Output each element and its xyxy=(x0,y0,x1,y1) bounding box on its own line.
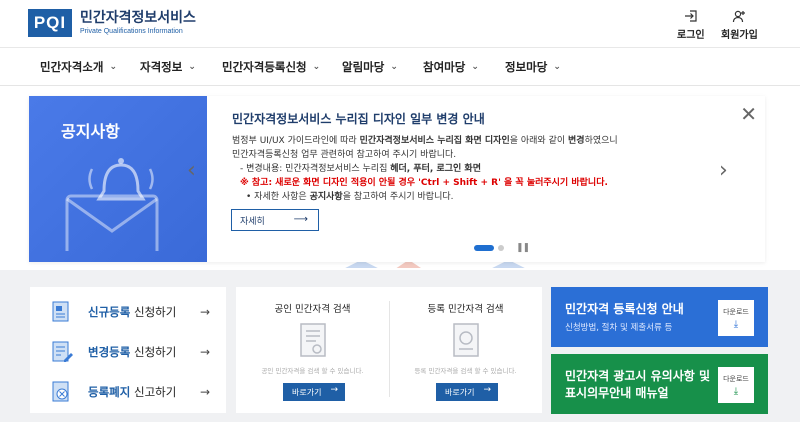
nav-label: 알림마당 xyxy=(342,60,385,74)
logo-mark: PQI xyxy=(28,9,72,37)
pause-icon[interactable]: ❚❚ xyxy=(516,243,530,253)
chevron-down-icon: ⌄ xyxy=(109,62,118,72)
banner-prev-button[interactable]: ‹ xyxy=(187,158,196,183)
signup-link[interactable]: 회원가입 xyxy=(721,9,758,41)
site-logo[interactable]: PQI 민간자격정보서비스 Private Qualifications Inf… xyxy=(28,9,196,37)
notice-body: 범정부 UI/UX 가이드라인에 따라 민간자격정보서비스 누리집 화면 디자인… xyxy=(232,136,618,202)
notice-banner: 공지사항 ‹ › ✕ 민간자격정보서비스 누리집 디자인 일부 변경 안내 범정… xyxy=(29,96,765,262)
nav-label: 자격정보 xyxy=(140,60,183,74)
registration-guide-card[interactable]: 민간자격 등록신청 안내 신청방법, 절차 및 제출서류 등 다운로드 ⤓ xyxy=(551,287,768,347)
guide-download-button[interactable]: 다운로드 ⤓ xyxy=(718,300,754,336)
cancel-registration-link[interactable]: 등록폐지 신고하기 → xyxy=(50,377,210,407)
registration-card: 신규등록 신청하기 → 변경등록 신청하기 → 등록폐지 신고하기 → xyxy=(30,287,226,413)
nav-item-qualification-info[interactable]: 자격정보 ⌄ xyxy=(140,48,196,86)
nav-item-participation[interactable]: 참여마당 ⌄ xyxy=(423,48,479,86)
nav-label: 참여마당 xyxy=(423,60,466,74)
new-registration-icon xyxy=(52,301,69,322)
change-registration-link[interactable]: 변경등록 신청하기 → xyxy=(50,337,210,367)
arrow-right-icon: ⟶ xyxy=(293,214,308,225)
public-qualification-search: 공인 민간자격 검색 공인 민간자격을 검색 할 수 있습니다. 바로가기 → xyxy=(236,287,389,413)
chevron-down-icon: ⌄ xyxy=(553,62,561,72)
cancel-registration-icon xyxy=(52,381,69,402)
new-registration-label: 신규등록 신청하기 xyxy=(88,305,177,319)
nav-item-registration[interactable]: 민간자격등록신청 ⌄ xyxy=(222,48,320,86)
registered-search-title: 등록 민간자격 검색 xyxy=(427,304,504,315)
banner-tag: 공지사항 xyxy=(61,122,120,141)
arrow-right-icon: → xyxy=(199,305,210,319)
download-label: 다운로드 xyxy=(723,374,749,383)
user-plus-icon xyxy=(733,10,746,23)
banner-next-button[interactable]: › xyxy=(719,158,728,183)
nav-label: 민간자격등록신청 xyxy=(222,60,307,74)
chevron-down-icon: ⌄ xyxy=(188,62,196,72)
chevron-down-icon: ⌄ xyxy=(471,62,479,72)
public-search-title: 공인 민간자격 검색 xyxy=(274,304,351,315)
main-navigation: 민간자격소개 ⌄ 자격정보 ⌄ 민간자격등록신청 ⌄ 알림마당 ⌄ 참여마당 ⌄ 정보마당… xyxy=(0,48,800,86)
certificate-icon xyxy=(300,323,326,357)
download-label: 다운로드 xyxy=(723,307,749,316)
registered-search-description: 등록 민간자격을 검색 할 수 있습니다. xyxy=(414,367,517,375)
registered-search-button[interactable]: 바로가기 → xyxy=(436,383,498,401)
nav-label: 정보마당 xyxy=(505,60,548,74)
signup-label: 회원가입 xyxy=(721,30,758,41)
cancel-registration-label: 등록폐지 신고하기 xyxy=(88,385,177,399)
logo-title: 민간자격정보서비스 xyxy=(80,9,196,26)
arrow-right-icon: → xyxy=(199,385,210,399)
chevron-down-icon: ⌄ xyxy=(312,62,321,72)
nav-item-intro[interactable]: 민간자격소개 ⌄ xyxy=(40,48,117,86)
advertising-manual-card[interactable]: 민간자격 광고시 유의사항 및 표시의무안내 매뉴얼 다운로드 ⤓ xyxy=(551,354,768,414)
nav-item-notice[interactable]: 알림마당 ⌄ xyxy=(342,48,398,86)
banner-pagination: ❚❚ xyxy=(474,243,530,253)
more-label: 자세히 xyxy=(240,216,265,227)
certificate-seal-icon xyxy=(453,323,479,357)
manual-title: 민간자격 광고시 유의사항 및 표시의무안내 매뉴얼 xyxy=(565,369,711,400)
login-label: 로그인 xyxy=(677,30,705,41)
pagination-dot[interactable] xyxy=(498,245,504,251)
site-header: PQI 민간자격정보서비스 Private Qualifications Inf… xyxy=(0,0,800,48)
notice-more-button[interactable]: 자세히 ⟶ xyxy=(231,209,319,231)
logo-subtitle: Private Qualifications Information xyxy=(80,27,183,35)
login-icon xyxy=(684,10,697,22)
login-link[interactable]: 로그인 xyxy=(677,9,705,41)
change-registration-label: 변경등록 신청하기 xyxy=(88,345,177,359)
arrow-right-icon: → xyxy=(330,385,338,395)
new-registration-link[interactable]: 신규등록 신청하기 → xyxy=(50,297,210,327)
chevron-down-icon: ⌄ xyxy=(390,62,398,72)
bell-envelope-icon xyxy=(65,158,159,251)
guide-title: 민간자격 등록신청 안내 xyxy=(565,302,684,316)
arrow-right-icon: → xyxy=(483,385,491,395)
download-icon: ⤓ xyxy=(733,385,739,397)
manual-download-button[interactable]: 다운로드 ⤓ xyxy=(718,367,754,403)
banner-visual: 공지사항 xyxy=(29,96,207,262)
registered-qualification-search: 등록 민간자격 검색 등록 민간자격을 검색 할 수 있습니다. 바로가기 → xyxy=(389,287,542,413)
nav-item-information[interactable]: 정보마당 ⌄ xyxy=(505,48,561,86)
guide-subtitle: 신청방법, 절차 및 제출서류 등 xyxy=(565,323,673,333)
banner-close-button[interactable]: ✕ xyxy=(740,102,757,126)
public-search-button[interactable]: 바로가기 → xyxy=(283,383,345,401)
change-registration-icon xyxy=(52,341,73,362)
notice-title: 민간자격정보서비스 누리집 디자인 일부 변경 안내 xyxy=(232,112,485,126)
download-icon: ⤓ xyxy=(733,318,739,330)
pagination-dot-active[interactable] xyxy=(474,245,494,251)
nav-label: 민간자격소개 xyxy=(40,60,104,74)
arrow-right-icon: → xyxy=(199,345,210,359)
search-card: 공인 민간자격 검색 공인 민간자격을 검색 할 수 있습니다. 바로가기 → 등… xyxy=(236,287,542,413)
public-search-description: 공인 민간자격을 검색 할 수 있습니다. xyxy=(261,367,364,375)
